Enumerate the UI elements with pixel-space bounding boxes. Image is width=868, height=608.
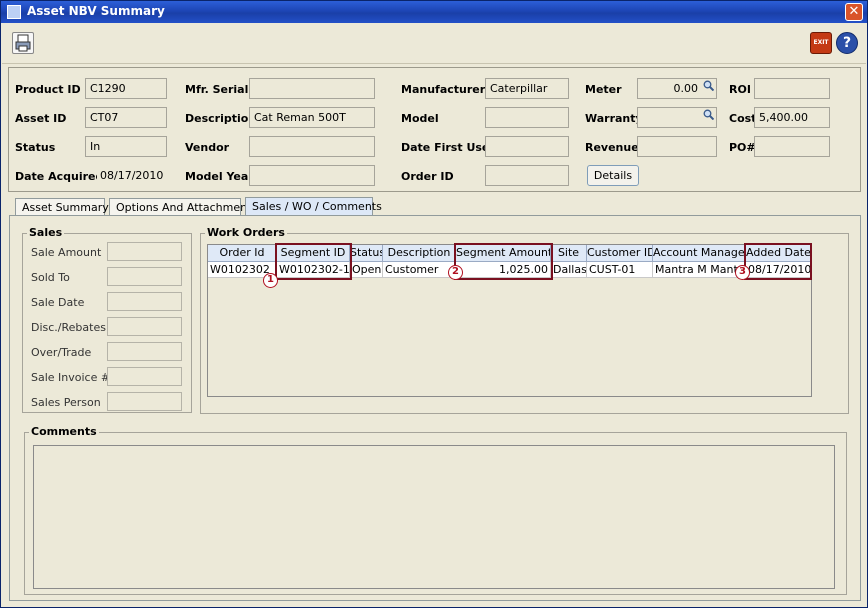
description-field[interactable]: Cat Reman 500T: [249, 107, 375, 128]
roi-label: ROI: [729, 83, 751, 96]
mfr-serial-field[interactable]: [249, 78, 375, 99]
comments-group: Comments: [24, 425, 847, 595]
col-order-id[interactable]: Order Id: [208, 245, 277, 262]
sale-amount-label: Sale Amount: [31, 246, 102, 259]
help-button[interactable]: ?: [836, 32, 858, 54]
description-label: Description: [185, 112, 257, 125]
comments-textarea[interactable]: [33, 445, 835, 589]
row-0-status[interactable]: Open: [350, 262, 383, 278]
asset-id-field[interactable]: CT07: [85, 107, 167, 128]
col-description[interactable]: Description: [383, 245, 456, 262]
sales-person-label: Sales Person: [31, 396, 101, 409]
mfr-serial-label: Mfr. Serial: [185, 83, 249, 96]
row-0-description[interactable]: Customer: [383, 262, 456, 278]
row-0-account-manager[interactable]: Mantra M Mantra: [653, 262, 746, 278]
work-orders-table[interactable]: Order Id Segment ID Status Description S…: [207, 243, 812, 397]
model-year-label: Model Year: [185, 170, 254, 183]
title-bar: Asset NBV Summary ✕: [1, 1, 867, 23]
sale-invoice-field[interactable]: [107, 367, 182, 386]
window-title: Asset NBV Summary: [27, 4, 165, 18]
segment-id-highlight: [275, 243, 352, 280]
print-icon: [15, 34, 31, 52]
cost-field[interactable]: 5,400.00: [754, 107, 830, 128]
added-date-highlight: [744, 243, 812, 280]
segment-amount-highlight: [454, 243, 553, 280]
callout-3: 3: [735, 265, 750, 280]
col-account-manager[interactable]: Account Manager: [653, 245, 746, 262]
tab-options-and-attachments[interactable]: Options And Attachments: [109, 198, 257, 216]
meter-search-icon[interactable]: [703, 80, 714, 91]
model-year-field[interactable]: [249, 165, 375, 186]
sales-group: Sales Sale Amount Sold To Sale Date Disc…: [22, 226, 192, 413]
order-id-field[interactable]: [485, 165, 569, 186]
date-acquired-label: Date Acquired: [15, 170, 104, 183]
sale-date-field[interactable]: [107, 292, 182, 311]
work-orders-group-title: Work Orders: [205, 226, 287, 239]
tab-sales-wo-comments[interactable]: Sales / WO / Comments: [245, 197, 382, 216]
close-button[interactable]: ✕: [845, 3, 863, 21]
work-orders-group: Work Orders Order Id Segment ID Status D…: [200, 226, 849, 414]
callout-1: 1: [263, 273, 278, 288]
cost-label: Cost: [729, 112, 757, 125]
model-label: Model: [401, 112, 439, 125]
order-id-label: Order ID: [401, 170, 454, 183]
sale-amount-field[interactable]: [107, 242, 182, 261]
disc-rebates-label: Disc./Rebates: [31, 321, 106, 334]
status-label: Status: [15, 141, 56, 154]
sale-invoice-label: Sale Invoice #: [31, 371, 111, 384]
row-0-customer-id[interactable]: CUST-01: [587, 262, 653, 278]
revenue-field[interactable]: [637, 136, 717, 157]
row-0-site[interactable]: Dallas: [551, 262, 587, 278]
col-status[interactable]: Status: [350, 245, 383, 262]
asset-nbv-window: Asset NBV Summary ✕ EXIT ? Product ID C1…: [0, 0, 868, 608]
app-icon: [7, 5, 21, 19]
warranty-label: Warranty: [585, 112, 643, 125]
sale-date-label: Sale Date: [31, 296, 85, 309]
date-acquired-field[interactable]: 08/17/2010: [97, 165, 167, 186]
po-field[interactable]: [754, 136, 830, 157]
sales-person-field[interactable]: [107, 392, 182, 411]
date-first-used-field[interactable]: [485, 136, 569, 157]
col-site[interactable]: Site: [551, 245, 587, 262]
revenue-label: Revenue: [585, 141, 639, 154]
asset-info-panel: Product ID C1290 Asset ID CT07 Status In…: [8, 67, 861, 192]
date-first-used-label: Date First Used: [401, 141, 498, 154]
status-field[interactable]: In: [85, 136, 167, 157]
sales-group-title: Sales: [27, 226, 65, 239]
warranty-search-icon[interactable]: [703, 109, 714, 120]
product-id-field[interactable]: C1290: [85, 78, 167, 99]
col-customer-id[interactable]: Customer ID: [587, 245, 653, 262]
sales-wo-comments-panel: Sales Sale Amount Sold To Sale Date Disc…: [9, 215, 861, 601]
comments-group-title: Comments: [29, 425, 99, 438]
toolbar: EXIT ?: [2, 24, 866, 64]
asset-id-label: Asset ID: [15, 112, 67, 125]
sold-to-field[interactable]: [107, 267, 182, 286]
tab-asset-summary[interactable]: Asset Summary: [15, 198, 109, 216]
details-button[interactable]: Details: [587, 165, 639, 186]
over-trade-field[interactable]: [107, 342, 182, 361]
vendor-label: Vendor: [185, 141, 230, 154]
callout-2: 2: [448, 265, 463, 280]
model-field[interactable]: [485, 107, 569, 128]
manufacturer-field[interactable]: Caterpillar: [485, 78, 569, 99]
over-trade-label: Over/Trade: [31, 346, 92, 359]
meter-label: Meter: [585, 83, 622, 96]
po-label: PO#: [729, 141, 756, 154]
sold-to-label: Sold To: [31, 271, 70, 284]
roi-field[interactable]: [754, 78, 830, 99]
exit-button[interactable]: EXIT: [810, 32, 832, 54]
disc-rebates-field[interactable]: [107, 317, 182, 336]
manufacturer-label: Manufacturer: [401, 83, 486, 96]
vendor-field[interactable]: [249, 136, 375, 157]
product-id-label: Product ID: [15, 83, 81, 96]
print-button[interactable]: [12, 32, 34, 54]
